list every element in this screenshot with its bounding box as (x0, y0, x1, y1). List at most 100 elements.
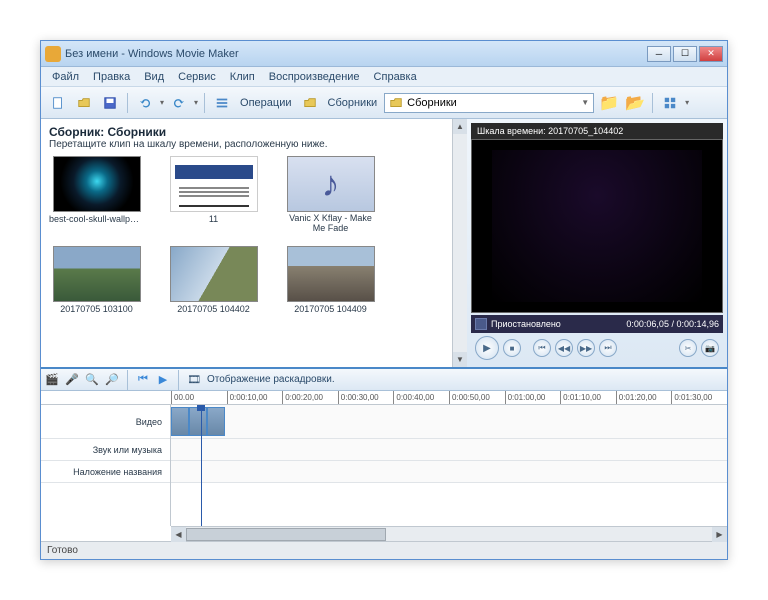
split-button[interactable]: ✂ (679, 339, 697, 357)
menu-tools[interactable]: Сервис (171, 69, 223, 85)
clip-item[interactable]: 20170705 104409 (283, 246, 378, 314)
preview-statusbar: Приостановлено 0:00:06,05 / 0:00:14,96 (471, 315, 723, 333)
scroll-right-icon[interactable]: ▶ (712, 527, 727, 542)
rewind-button[interactable]: ◀◀ (555, 339, 573, 357)
zoom-out-icon[interactable]: 🔎 (105, 373, 119, 387)
clip-label: 20170705 103100 (60, 304, 133, 314)
statusbar: Готово (41, 541, 727, 559)
scroll-up-icon[interactable]: ▲ (453, 119, 467, 134)
preview-time: 0:00:06,05 / 0:00:14,96 (626, 319, 719, 329)
playhead[interactable] (201, 405, 202, 526)
clip-item[interactable]: best-cool-skull-wallpap... (49, 156, 144, 234)
collection-subtitle: Перетащите клип на шкалу времени, распол… (49, 139, 459, 150)
clip-item[interactable]: 20170705 104402 (166, 246, 261, 314)
preview-state: Приостановлено (491, 319, 561, 329)
preview-controls: ▶ ■ ⏮ ◀◀ ▶▶ ⏭ ✂ 📷 (471, 333, 723, 363)
menu-file[interactable]: Файл (45, 69, 86, 85)
menubar: Файл Правка Вид Сервис Клип Воспроизведе… (41, 67, 727, 87)
narration-icon[interactable]: 🎤 (65, 373, 79, 387)
timeline-clip[interactable] (189, 407, 207, 436)
menu-play[interactable]: Воспроизведение (262, 69, 367, 85)
close-button[interactable]: ✕ (699, 46, 723, 62)
collections-dropdown[interactable]: Сборники ▼ (384, 93, 594, 113)
thumbnail-image (170, 246, 258, 302)
undo-button[interactable] (134, 92, 156, 114)
window-title: Без имени - Windows Movie Maker (65, 48, 647, 60)
preview-pane: Шкала времени: 20170705_104402 Приостано… (467, 119, 727, 367)
preview-screen[interactable] (471, 139, 723, 313)
audio-track-label: Звук или музыка (41, 439, 170, 461)
scroll-down-icon[interactable]: ▼ (453, 352, 467, 367)
timeline-clip[interactable] (171, 407, 189, 436)
timeline-clip[interactable] (207, 407, 225, 436)
title-track-label: Наложение названия (41, 461, 170, 483)
collections-selected: Сборники (407, 97, 457, 109)
preview-header: Шкала времени: 20170705_104402 (471, 123, 723, 139)
tasks-icon[interactable] (211, 92, 233, 114)
timeline-scrollbar[interactable]: ◀ ▶ (171, 526, 727, 541)
zoom-in-icon[interactable]: 🔍 (85, 373, 99, 387)
up-level-button[interactable]: 📁 (598, 92, 620, 114)
collections-label[interactable]: Сборники (325, 97, 381, 109)
chevron-down-icon: ▼ (581, 98, 589, 107)
timeline-mode-label[interactable]: Отображение раскадровки. (207, 374, 335, 385)
operations-label[interactable]: Операции (237, 97, 294, 109)
thumbnail-image (287, 246, 375, 302)
save-button[interactable] (99, 92, 121, 114)
clip-item[interactable]: 20170705 103100 (49, 246, 144, 314)
clip-label: Vanic X Kflay - Make Me Fade (283, 214, 378, 234)
forward-button[interactable]: ▶▶ (577, 339, 595, 357)
clip-label: 20170705 104409 (294, 304, 367, 314)
thumbnail-image (53, 246, 141, 302)
scroll-thumb[interactable] (186, 528, 386, 541)
menu-view[interactable]: Вид (137, 69, 171, 85)
menu-help[interactable]: Справка (367, 69, 424, 85)
play-button[interactable]: ▶ (475, 336, 499, 360)
clip-item[interactable]: 11 (166, 156, 261, 234)
title-track[interactable] (171, 461, 727, 483)
clip-label: 20170705 104402 (177, 304, 250, 314)
video-track-label: Видео⊞ (41, 405, 170, 439)
tracks-area[interactable] (171, 405, 727, 526)
clip-label: 11 (209, 214, 218, 224)
app-window: Без имени - Windows Movie Maker ─ ☐ ✕ Фа… (40, 40, 728, 560)
open-button[interactable] (73, 92, 95, 114)
thumbnail-image (170, 156, 258, 212)
monitor-icon (475, 318, 487, 330)
timeline-pane: 🎬 🎤 🔍 🔎 ⏮ ▶ 🎞 Отображение раскадровки. 0… (41, 369, 727, 541)
toolbar: ▾ ▾ Операции Сборники Сборники ▼ 📁 📂 ▾ (41, 87, 727, 119)
track-labels: Видео⊞ Звук или музыка Наложение названи… (41, 405, 171, 526)
redo-button[interactable] (168, 92, 190, 114)
view-mode-button[interactable] (659, 92, 681, 114)
new-folder-button[interactable]: 📂 (624, 92, 646, 114)
minimize-button[interactable]: ─ (647, 46, 671, 62)
next-button[interactable]: ⏭ (599, 339, 617, 357)
collection-title: Сборник: Сборники (49, 125, 459, 139)
stop-button[interactable]: ■ (503, 339, 521, 357)
menu-clip[interactable]: Клип (223, 69, 262, 85)
storyboard-icon[interactable]: 🎞 (187, 373, 201, 387)
play-tl-button[interactable]: ▶ (156, 373, 170, 387)
timeline-ruler[interactable]: 00.000:00:10,000:00:20,000:00:30,000:00:… (41, 391, 727, 405)
new-button[interactable] (47, 92, 69, 114)
thumbnail-image (53, 156, 141, 212)
folder-icon (389, 96, 403, 110)
titlebar[interactable]: Без имени - Windows Movie Maker ─ ☐ ✕ (41, 41, 727, 67)
collections-scrollbar[interactable]: ▲▼ (452, 119, 467, 367)
snapshot-button[interactable]: 📷 (701, 339, 719, 357)
app-icon (45, 46, 61, 62)
prev-button[interactable]: ⏮ (533, 339, 551, 357)
clip-label: best-cool-skull-wallpap... (49, 214, 144, 224)
rewind-tl-button[interactable]: ⏮ (136, 373, 150, 387)
menu-edit[interactable]: Правка (86, 69, 137, 85)
timeline-tool-icon[interactable]: 🎬 (45, 373, 59, 387)
clip-item[interactable]: ♪Vanic X Kflay - Make Me Fade (283, 156, 378, 234)
video-track[interactable] (171, 405, 727, 439)
timeline-toolbar: 🎬 🎤 🔍 🔎 ⏮ ▶ 🎞 Отображение раскадровки. (41, 369, 727, 391)
scroll-left-icon[interactable]: ◀ (171, 527, 186, 542)
collections-pane: Сборник: Сборники Перетащите клип на шка… (41, 119, 467, 367)
thumbnail-audio-icon: ♪ (287, 156, 375, 212)
maximize-button[interactable]: ☐ (673, 46, 697, 62)
audio-track[interactable] (171, 439, 727, 461)
collections-icon[interactable] (299, 92, 321, 114)
